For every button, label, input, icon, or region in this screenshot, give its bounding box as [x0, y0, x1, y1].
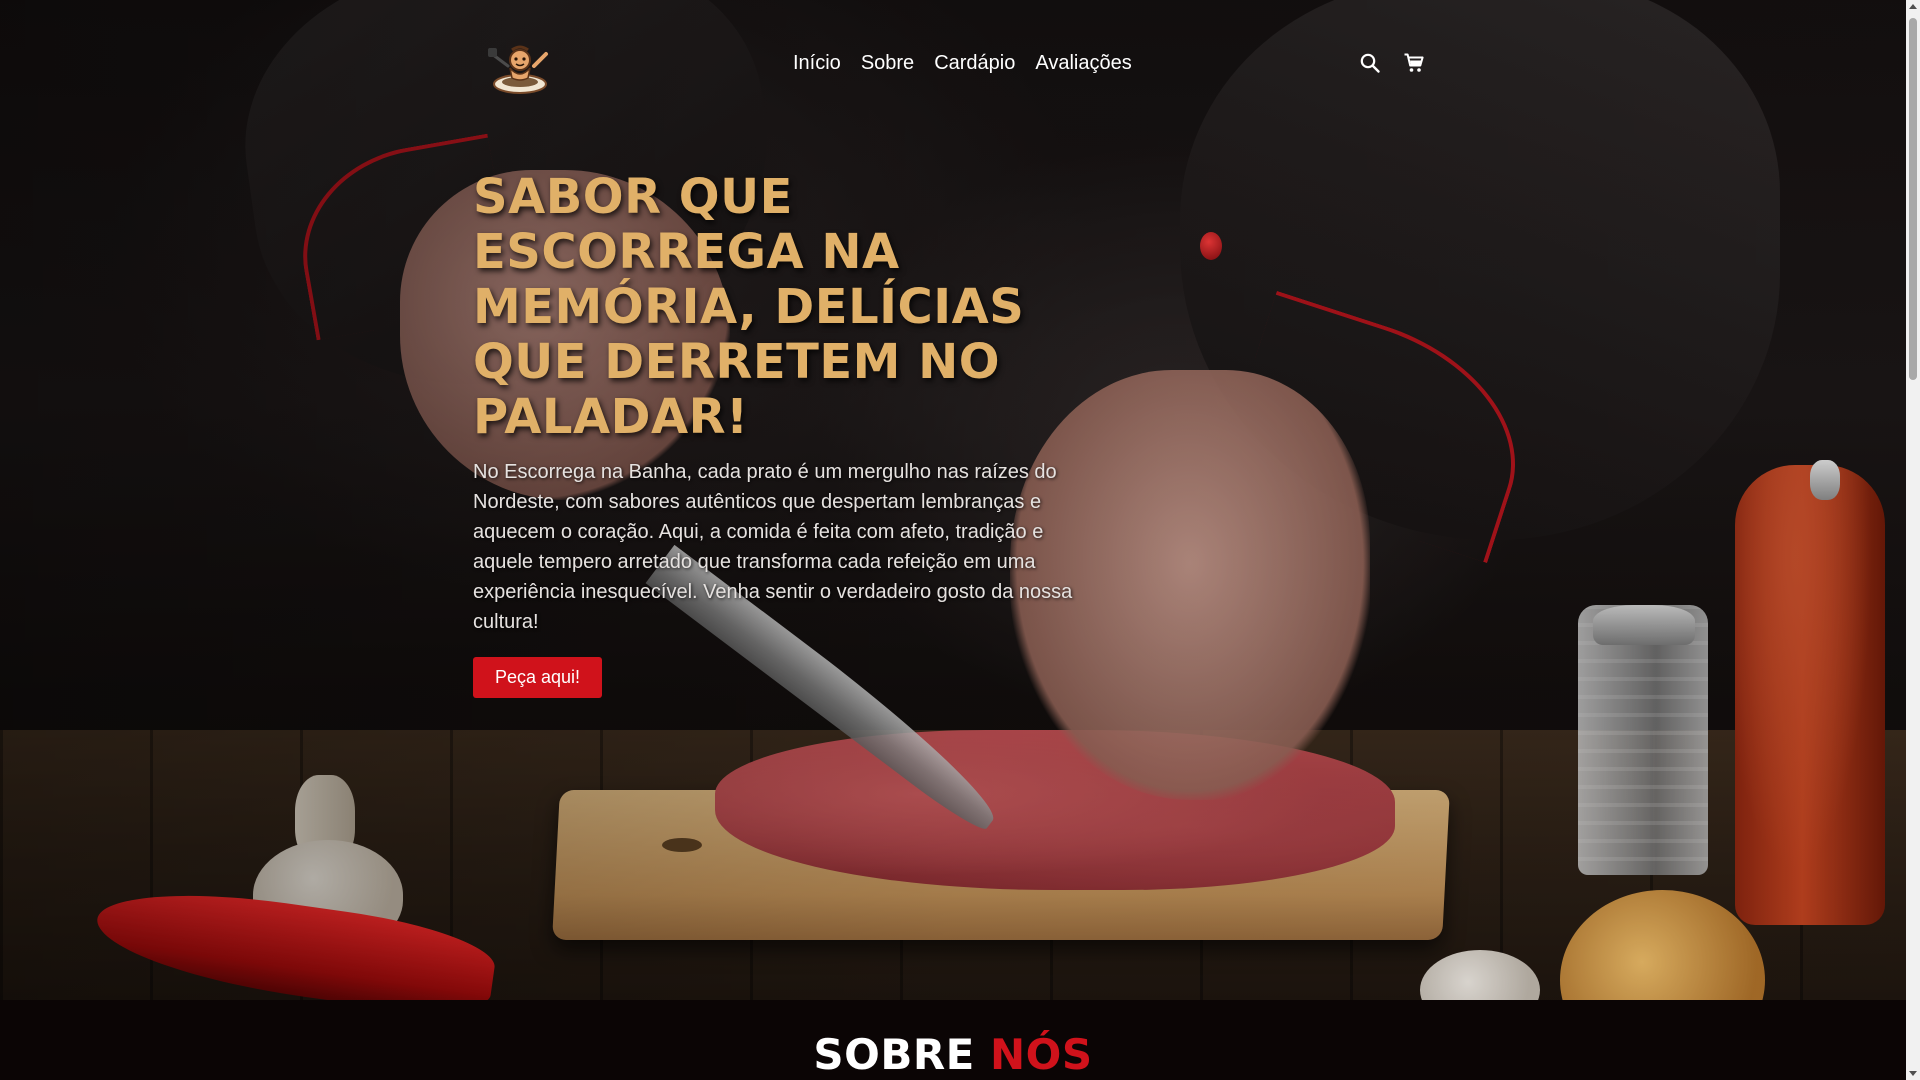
- hero-description: No Escorrega na Banha, cada prato é um m…: [473, 461, 1073, 633]
- page: Início Sobre Cardápio Avaliações SABOR Q…: [0, 0, 1920, 1080]
- nav-link-cardapio[interactable]: Cardápio: [934, 52, 1015, 75]
- hero-content: SABOR QUE ESCORREGA NA MEMÓRIA, DELÍCIAS…: [473, 170, 1093, 698]
- site-header: Início Sobre Cardápio Avaliações: [0, 0, 1906, 130]
- cart-icon[interactable]: [1403, 52, 1425, 74]
- logo-icon: [488, 45, 548, 94]
- main-nav: Início Sobre Cardápio Avaliações: [793, 52, 1132, 75]
- order-button[interactable]: Peça aqui!: [473, 657, 603, 698]
- chef-cooking-logo[interactable]: [482, 40, 554, 96]
- hero-title: SABOR QUE ESCORREGA NA MEMÓRIA, DELÍCIAS…: [473, 169, 1025, 445]
- header-actions: [1359, 52, 1425, 74]
- nav-link-inicio[interactable]: Início: [793, 52, 841, 75]
- nav-link-sobre[interactable]: Sobre: [861, 52, 914, 75]
- about-title-word-1: SOBRE: [813, 1030, 975, 1079]
- scrollbar-thumb[interactable]: [1909, 18, 1917, 380]
- scroll-down-arrow-icon[interactable]: [1909, 1071, 1917, 1076]
- page-scrollbar[interactable]: [1906, 0, 1920, 1080]
- about-title-word-2: NÓS: [990, 1030, 1093, 1079]
- scroll-up-arrow-icon[interactable]: [1909, 4, 1917, 9]
- about-section: SOBRE NÓS: [0, 1000, 1906, 1080]
- about-title: SOBRE NÓS: [0, 1030, 1906, 1079]
- nav-link-avaliacoes[interactable]: Avaliações: [1035, 52, 1131, 75]
- search-icon[interactable]: [1359, 52, 1381, 74]
